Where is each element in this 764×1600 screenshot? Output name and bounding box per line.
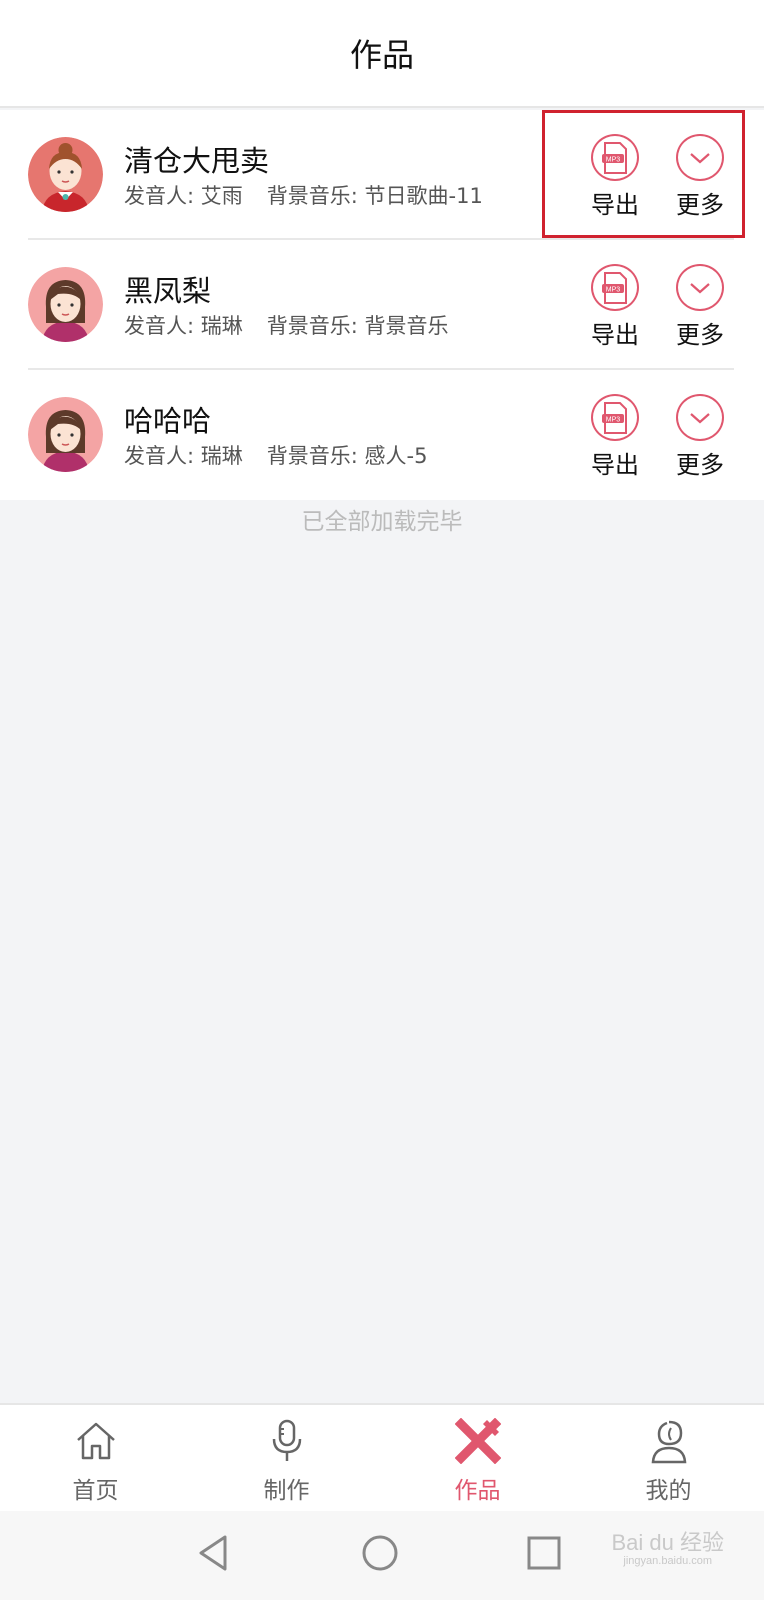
watermark: Bai du 经验 jingyan.baidu.com	[611, 1530, 725, 1568]
bgm-label: 背景音乐:	[266, 184, 358, 208]
svg-text:MP3: MP3	[606, 286, 621, 293]
export-label: 导出	[591, 451, 639, 479]
work-title: 黑凤梨	[124, 274, 212, 308]
speaker-label: 发音人:	[124, 184, 195, 208]
bottom-tab-bar: 首页 制作 作品 我的	[0, 1403, 764, 1511]
watermark-sub: jingyan.baidu.com	[623, 1555, 713, 1568]
svg-text:MP3: MP3	[606, 416, 621, 423]
export-button[interactable]: MP3 导出	[580, 394, 650, 480]
tab-label: 首页	[72, 1478, 119, 1504]
bgm-value: 背景音乐	[364, 314, 449, 338]
list-item[interactable]: 哈哈哈 发音人: 瑞琳 背景音乐: 感人-5 MP3 导出 更多	[0, 370, 764, 500]
recent-apps-icon[interactable]	[526, 1533, 562, 1577]
mp3-file-icon: MP3	[591, 264, 639, 311]
work-title: 哈哈哈	[124, 404, 212, 438]
more-label: 更多	[676, 451, 724, 479]
back-icon[interactable]	[195, 1533, 231, 1577]
bgm-value: 节日歌曲-11	[364, 184, 483, 208]
watermark-main: Bai du 经验	[611, 1530, 725, 1555]
work-meta: 发音人: 瑞琳 背景音乐: 感人-5	[124, 440, 427, 470]
work-meta: 发音人: 艾雨 背景音乐: 节日歌曲-11	[124, 180, 483, 210]
page-title: 作品	[349, 36, 414, 74]
tab-label: 我的	[645, 1478, 692, 1504]
home-icon	[72, 1417, 120, 1465]
profile-icon	[645, 1417, 693, 1465]
bgm-value: 感人-5	[364, 444, 428, 468]
more-button[interactable]: 更多	[665, 394, 735, 480]
more-button[interactable]: 更多	[665, 134, 735, 220]
chevron-down-icon	[676, 264, 724, 311]
system-nav-bar: Bai du 经验 jingyan.baidu.com	[0, 1511, 764, 1600]
works-icon	[454, 1417, 502, 1465]
export-button[interactable]: MP3 导出	[580, 134, 650, 220]
speaker-value: 艾雨	[200, 184, 243, 208]
speaker-label: 发音人:	[124, 314, 195, 338]
list-end-text: 已全部加载完毕	[301, 509, 463, 535]
speaker-label: 发音人:	[124, 444, 195, 468]
speaker-value: 瑞琳	[200, 314, 243, 338]
app-header: 作品	[0, 0, 764, 108]
works-list: 清仓大甩卖 发音人: 艾雨 背景音乐: 节日歌曲-11 MP3 导出 更多 黑凤…	[0, 110, 764, 500]
tab-home[interactable]: 首页	[0, 1405, 191, 1511]
tab-label: 制作	[263, 1478, 310, 1504]
avatar	[28, 137, 103, 212]
avatar	[28, 267, 103, 342]
list-item[interactable]: 清仓大甩卖 发音人: 艾雨 背景音乐: 节日歌曲-11 MP3 导出 更多	[0, 110, 764, 240]
chevron-down-icon	[676, 394, 724, 441]
svg-text:MP3: MP3	[606, 156, 621, 163]
home-circle-icon[interactable]	[360, 1533, 400, 1577]
export-button[interactable]: MP3 导出	[580, 264, 650, 350]
more-label: 更多	[676, 191, 724, 219]
tab-create[interactable]: 制作	[191, 1405, 382, 1511]
work-title: 清仓大甩卖	[124, 144, 270, 178]
tab-works[interactable]: 作品	[382, 1405, 573, 1511]
export-label: 导出	[591, 191, 639, 219]
more-button[interactable]: 更多	[665, 264, 735, 350]
microphone-icon	[263, 1417, 311, 1465]
mp3-file-icon: MP3	[591, 394, 639, 441]
mp3-file-icon: MP3	[591, 134, 639, 181]
chevron-down-icon	[676, 134, 724, 181]
export-label: 导出	[591, 321, 639, 349]
bgm-label: 背景音乐:	[266, 444, 358, 468]
work-meta: 发音人: 瑞琳 背景音乐: 背景音乐	[124, 310, 449, 340]
tab-profile[interactable]: 我的	[573, 1405, 764, 1511]
more-label: 更多	[676, 321, 724, 349]
tab-label: 作品	[454, 1478, 501, 1504]
avatar	[28, 397, 103, 472]
speaker-value: 瑞琳	[200, 444, 243, 468]
list-item[interactable]: 黑凤梨 发音人: 瑞琳 背景音乐: 背景音乐 MP3 导出 更多	[0, 240, 764, 370]
bgm-label: 背景音乐:	[266, 314, 358, 338]
